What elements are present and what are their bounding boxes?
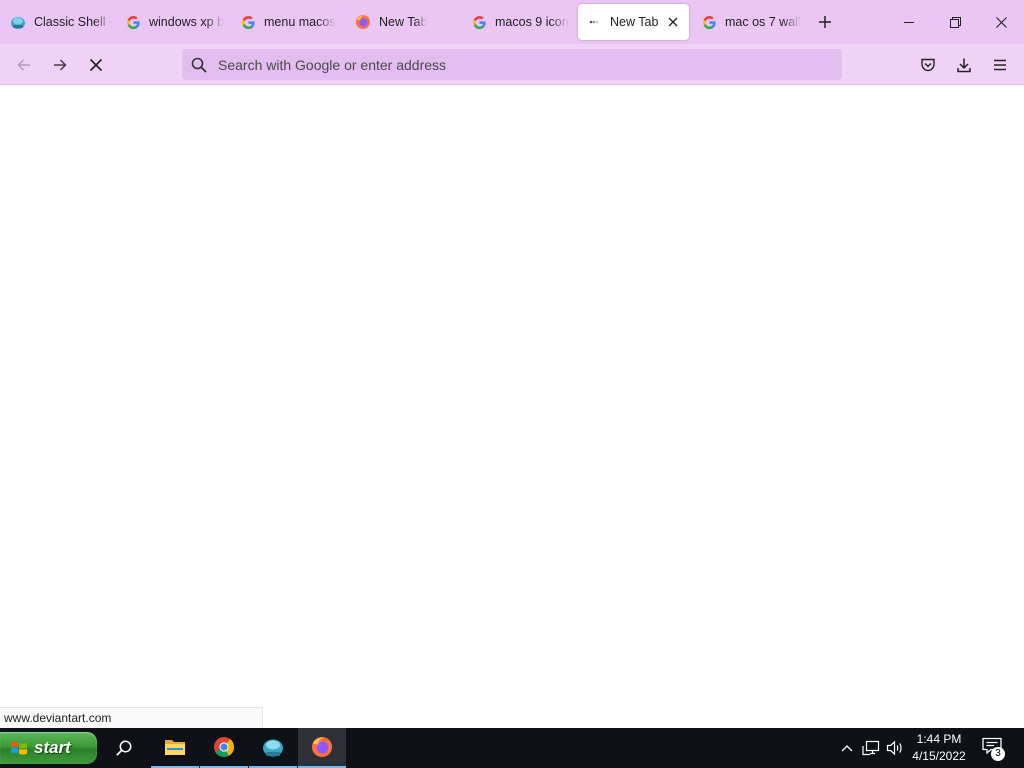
close-icon <box>995 16 1007 28</box>
close-window-button[interactable] <box>978 0 1024 44</box>
google-icon <box>240 14 256 30</box>
start-button[interactable]: start <box>0 732 97 764</box>
google-icon <box>125 14 141 30</box>
windows-logo-icon <box>9 738 29 758</box>
speaker-icon <box>886 740 902 756</box>
minimize-icon <box>904 22 914 23</box>
new-tab-button[interactable] <box>815 12 835 32</box>
stop-loading-button[interactable] <box>83 52 109 78</box>
pocket-icon <box>921 58 935 72</box>
chrome-icon <box>214 737 234 758</box>
tab-macos-9-icons[interactable]: macos 9 icon <box>463 4 575 40</box>
taskbar-classic-shell[interactable] <box>249 728 297 768</box>
taskbar-chrome[interactable] <box>200 728 248 768</box>
minimize-button[interactable] <box>886 0 932 44</box>
classic-shell-icon <box>10 14 26 30</box>
tab-mac-os-7-wallpaper[interactable]: mac os 7 wall <box>693 4 805 40</box>
tab-title: Classic Shell - <box>34 15 114 29</box>
back-button[interactable] <box>11 52 37 78</box>
tab-new-tab[interactable]: New Tab <box>347 4 459 40</box>
tab-classic-shell[interactable]: Classic Shell - <box>2 4 114 40</box>
start-label: start <box>34 738 71 757</box>
taskbar-firefox[interactable] <box>298 728 346 768</box>
page-content <box>0 85 1024 728</box>
notification-count-badge: 3 <box>991 747 1005 761</box>
system-clock[interactable]: 1:44 PM 4/15/2022 <box>906 731 972 765</box>
search-icon <box>191 57 207 73</box>
tab-title: New Tab <box>610 15 659 29</box>
restore-button[interactable] <box>932 0 978 44</box>
clock-time: 1:44 PM <box>916 732 962 746</box>
show-hidden-icons[interactable] <box>837 738 857 758</box>
tab-title: New Tab <box>379 15 428 29</box>
loading-icon <box>586 14 602 30</box>
address-input[interactable] <box>216 55 800 74</box>
back-arrow-icon <box>17 59 30 71</box>
pocket-button[interactable] <box>915 52 941 78</box>
clock-date: 4/15/2022 <box>912 749 966 763</box>
tab-title: mac os 7 wall <box>725 15 801 29</box>
classic-shell-icon <box>263 739 283 757</box>
tab-title: windows xp b <box>149 15 225 29</box>
menu-button[interactable] <box>987 52 1013 78</box>
hamburger-menu-icon <box>994 59 1006 71</box>
taskbar-file-explorer[interactable] <box>151 728 199 768</box>
file-explorer-icon <box>165 740 185 755</box>
chevron-up-icon <box>841 745 853 752</box>
action-center-button[interactable]: 3 <box>982 737 1006 761</box>
tab-new-tab-active[interactable]: New Tab <box>578 4 689 40</box>
status-bar-url: www.deviantart.com <box>0 707 263 728</box>
restore-icon <box>949 16 961 28</box>
forward-arrow-icon <box>54 59 67 71</box>
close-tab-icon[interactable] <box>665 14 681 30</box>
address-bar[interactable] <box>182 49 842 80</box>
downloads-button[interactable] <box>951 52 977 78</box>
tab-windows-xp[interactable]: windows xp b <box>117 4 229 40</box>
stop-icon <box>89 58 103 72</box>
volume-control[interactable] <box>885 738 905 758</box>
taskbar: start 1:44 PM 4/15/2022 3 <box>0 728 1024 768</box>
network-status[interactable] <box>861 738 881 758</box>
navigation-toolbar <box>0 44 1024 85</box>
plus-icon <box>819 16 831 28</box>
taskbar-search[interactable] <box>100 728 148 768</box>
search-icon <box>116 740 132 756</box>
google-icon <box>701 14 717 30</box>
tab-menu-macos[interactable]: menu macos <box>232 4 344 40</box>
forward-button[interactable] <box>47 52 73 78</box>
firefox-icon <box>355 14 371 30</box>
google-icon <box>471 14 487 30</box>
download-icon <box>957 58 971 73</box>
firefox-icon <box>312 737 332 757</box>
tab-title: macos 9 icon <box>495 15 569 29</box>
tab-strip: Classic Shell - windows xp b menu macos … <box>0 0 1024 44</box>
network-icon <box>862 740 880 756</box>
tab-title: menu macos <box>264 15 336 29</box>
